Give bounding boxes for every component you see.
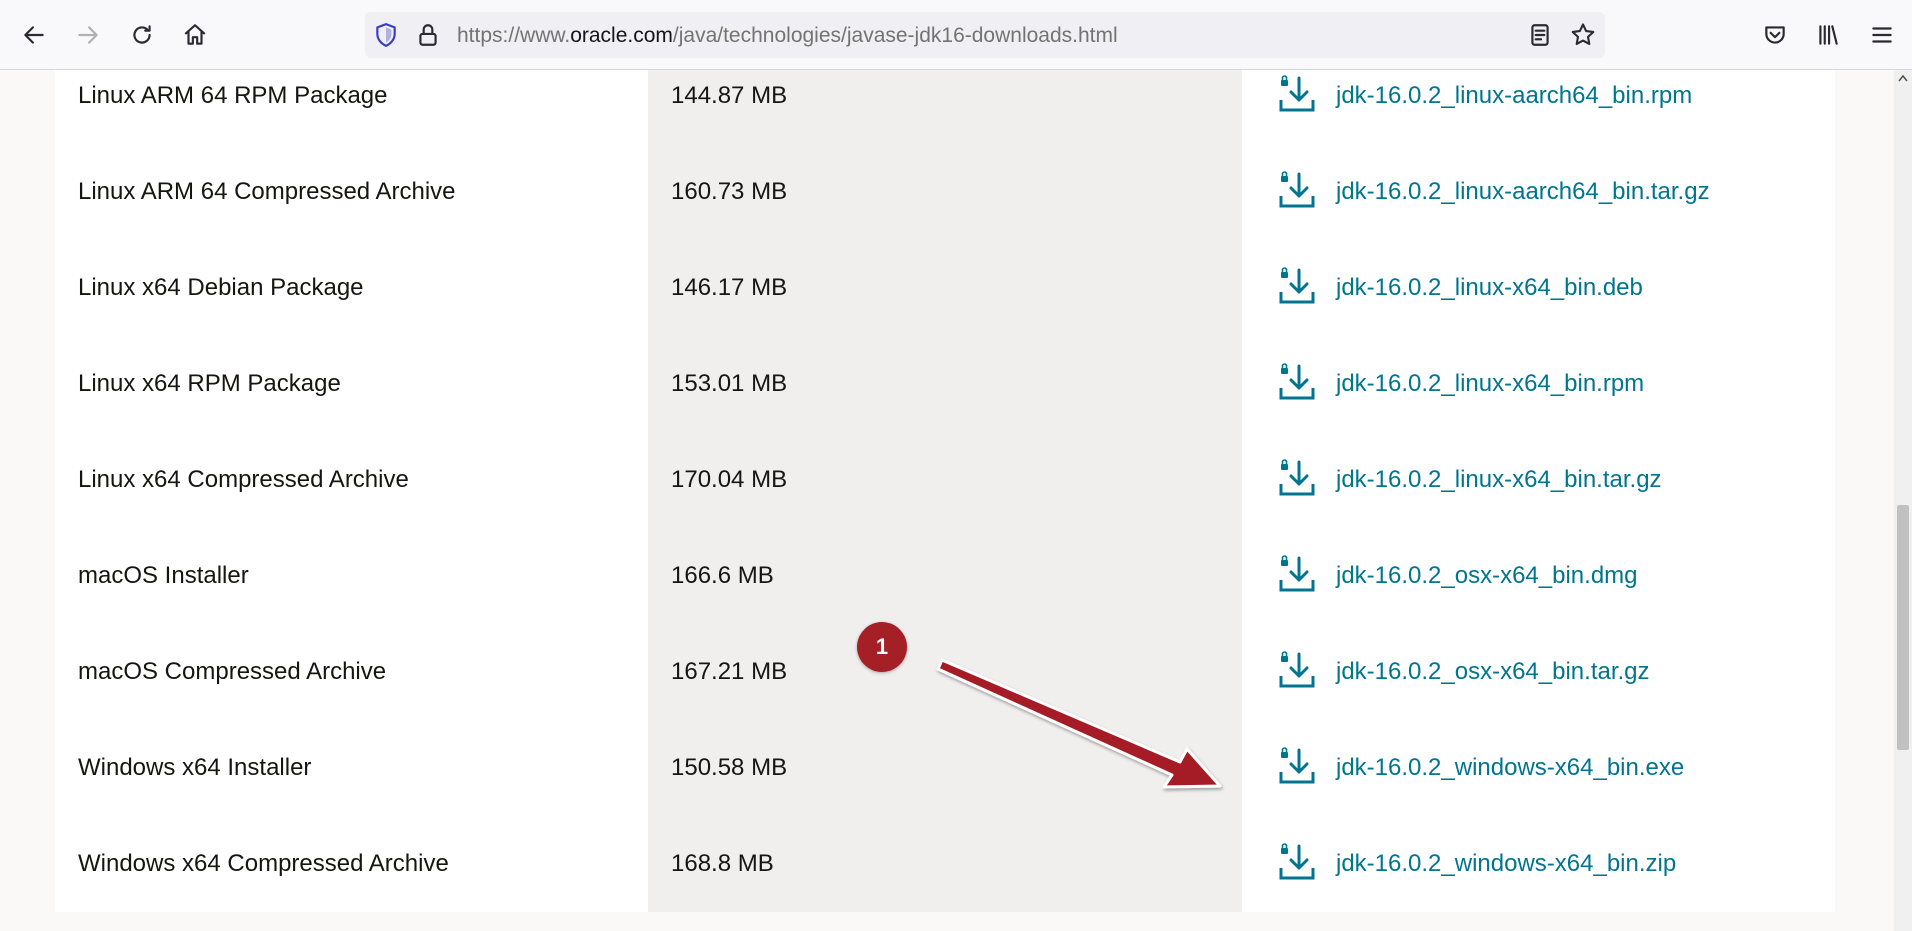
url-text[interactable]: https://www.oracle.com/java/technologies… [457, 24, 1118, 48]
table-row: Linux ARM 64 Compressed Archive 160.73 MB… [55, 144, 1835, 240]
address-bar[interactable]: https://www.oracle.com/java/technologies… [365, 12, 1605, 58]
file-size: 170.04 MB [671, 466, 788, 493]
download-link[interactable]: jdk-16.0.2_osx-x64_bin.tar.gz [1336, 658, 1650, 686]
download-cell: jdk-16.0.2_linux-x64_bin.deb [1242, 240, 1835, 336]
product-name: Windows x64 Compressed Archive [78, 850, 449, 877]
file-size: 167.21 MB [671, 658, 788, 685]
file-size: 144.87 MB [671, 82, 788, 109]
product-name: Linux x64 Debian Package [78, 274, 364, 301]
download-cell: jdk-16.0.2_linux-aarch64_bin.rpm [1242, 70, 1835, 144]
file-size-cell: 166.6 MB [648, 528, 1242, 624]
library-button[interactable] [1808, 15, 1848, 55]
download-link[interactable]: jdk-16.0.2_windows-x64_bin.zip [1336, 850, 1676, 878]
home-icon [184, 24, 206, 45]
product-cell: Windows x64 Compressed Archive [55, 816, 648, 912]
url-domain: oracle.com [570, 24, 673, 47]
forward-button[interactable] [68, 15, 108, 55]
forward-arrow-icon [78, 26, 98, 44]
download-icon[interactable] [1277, 458, 1317, 498]
download-cell: jdk-16.0.2_windows-x64_bin.zip [1242, 816, 1835, 912]
download-link[interactable]: jdk-16.0.2_windows-x64_bin.exe [1336, 754, 1684, 782]
product-name: Linux x64 RPM Package [78, 370, 341, 397]
file-size: 146.17 MB [671, 274, 788, 301]
product-cell: Linux x64 RPM Package [55, 336, 648, 432]
product-name: macOS Compressed Archive [78, 658, 387, 685]
scrollbar-thumb[interactable] [1897, 505, 1909, 750]
product-cell: Linux x64 Compressed Archive [55, 432, 648, 528]
url-prefix: https://www. [457, 24, 571, 47]
product-name: Linux ARM 64 Compressed Archive [78, 178, 456, 205]
file-size-cell: 153.01 MB [648, 336, 1242, 432]
menu-button[interactable] [1862, 15, 1902, 55]
file-size-cell: 160.73 MB [648, 144, 1242, 240]
url-path: /java/technologies/javase-jdk16-download… [672, 24, 1118, 47]
product-cell: Windows x64 Installer [55, 720, 648, 816]
download-icon[interactable] [1277, 362, 1317, 402]
file-size: 168.8 MB [671, 850, 774, 877]
vertical-scrollbar[interactable] [1894, 70, 1912, 931]
pocket-button[interactable] [1755, 15, 1795, 55]
back-button[interactable] [14, 15, 54, 55]
download-cell: jdk-16.0.2_osx-x64_bin.tar.gz [1242, 624, 1835, 720]
scroll-up-arrow-icon[interactable] [1898, 74, 1908, 82]
table-row: Linux x64 Compressed Archive 170.04 MB jdk… [55, 432, 1835, 528]
product-name: Windows x64 Installer [78, 754, 312, 781]
product-name: Linux x64 Compressed Archive [78, 466, 409, 493]
reload-button[interactable] [122, 15, 162, 55]
download-cell: jdk-16.0.2_windows-x64_bin.exe [1242, 720, 1835, 816]
download-icon[interactable] [1277, 74, 1317, 114]
table-row: Linux ARM 64 RPM Package 144.87 MB jdk-16.… [55, 70, 1835, 144]
hamburger-menu-icon [1872, 27, 1892, 43]
download-icon[interactable] [1277, 266, 1317, 306]
file-size: 160.73 MB [671, 178, 788, 205]
file-size-cell: 144.87 MB [648, 70, 1242, 144]
table-row: Linux x64 RPM Package 153.01 MB jdk-16.0.2… [55, 336, 1835, 432]
product-name: macOS Installer [78, 562, 249, 589]
file-size: 166.6 MB [671, 562, 774, 589]
reload-icon [133, 25, 151, 44]
annotation-step-badge: 1 [857, 622, 907, 672]
download-icon[interactable] [1277, 746, 1317, 786]
file-size-cell: 146.17 MB [648, 240, 1242, 336]
download-cell: jdk-16.0.2_linux-x64_bin.rpm [1242, 336, 1835, 432]
download-icon[interactable] [1277, 842, 1317, 882]
download-link[interactable]: jdk-16.0.2_osx-x64_bin.dmg [1336, 562, 1638, 590]
reader-view-icon[interactable] [1527, 22, 1553, 48]
product-cell: macOS Compressed Archive [55, 624, 648, 720]
download-icon[interactable] [1277, 650, 1317, 690]
download-link[interactable]: jdk-16.0.2_linux-x64_bin.tar.gz [1336, 466, 1662, 494]
annotation-arrow-icon [936, 658, 1222, 789]
product-cell: Linux x64 Debian Package [55, 240, 648, 336]
download-cell: jdk-16.0.2_linux-x64_bin.tar.gz [1242, 432, 1835, 528]
table-row: Linux x64 Debian Package 146.17 MB jdk-16.… [55, 240, 1835, 336]
download-link[interactable]: jdk-16.0.2_linux-x64_bin.rpm [1336, 370, 1644, 398]
lock-icon[interactable] [415, 22, 441, 48]
library-icon [1819, 25, 1838, 45]
download-cell: jdk-16.0.2_osx-x64_bin.dmg [1242, 528, 1835, 624]
back-arrow-icon [24, 26, 44, 44]
download-link[interactable]: jdk-16.0.2_linux-x64_bin.deb [1336, 274, 1643, 302]
product-cell: macOS Installer [55, 528, 648, 624]
download-icon[interactable] [1277, 170, 1317, 210]
file-size: 153.01 MB [671, 370, 788, 397]
product-cell: Linux ARM 64 Compressed Archive [55, 144, 648, 240]
file-size-cell: 168.8 MB [648, 816, 1242, 912]
bookmark-star-icon[interactable] [1569, 21, 1597, 49]
table-row: Windows x64 Compressed Archive 168.8 MB jd… [55, 816, 1835, 912]
pocket-icon [1765, 26, 1785, 44]
home-button[interactable] [175, 15, 215, 55]
page-content: Linux ARM 64 RPM Package 144.87 MB jdk-16.… [0, 70, 1894, 931]
download-link[interactable]: jdk-16.0.2_linux-aarch64_bin.rpm [1336, 82, 1692, 110]
download-link[interactable]: jdk-16.0.2_linux-aarch64_bin.tar.gz [1336, 178, 1710, 206]
product-cell: Linux ARM 64 RPM Package [55, 70, 648, 144]
browser-toolbar: https://www.oracle.com/java/technologies… [0, 0, 1912, 70]
download-icon[interactable] [1277, 554, 1317, 594]
file-size: 150.58 MB [671, 754, 788, 781]
product-name: Linux ARM 64 RPM Package [78, 82, 388, 109]
table-row: macOS Installer 166.6 MB jdk-16.0.2_osx-x6… [55, 528, 1835, 624]
file-size-cell: 170.04 MB [648, 432, 1242, 528]
download-cell: jdk-16.0.2_linux-aarch64_bin.tar.gz [1242, 144, 1835, 240]
tracking-protection-shield-icon[interactable] [373, 22, 399, 48]
